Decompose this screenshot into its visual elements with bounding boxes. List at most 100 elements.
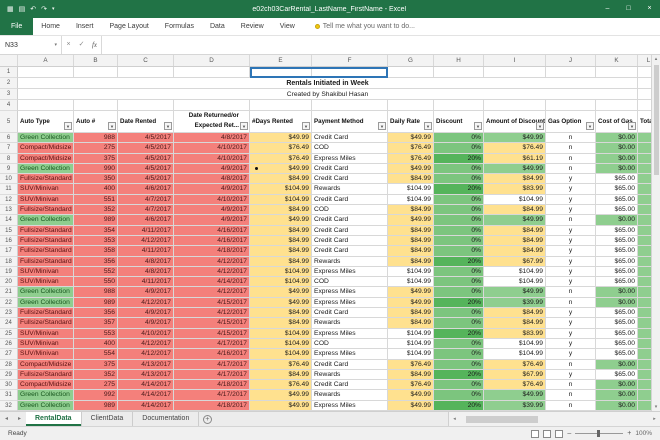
cell-A28[interactable]: Compact/Midsize [18, 360, 74, 370]
column-header-E[interactable]: E [250, 55, 312, 66]
cell-B1[interactable] [74, 67, 118, 78]
undo-icon[interactable]: ↶ [30, 5, 36, 13]
column-header-D[interactable]: D [174, 55, 250, 66]
cell-H18[interactable]: 20% [434, 257, 484, 267]
cell-E19[interactable]: $104.99 [250, 267, 312, 277]
ribbon-tab-insert[interactable]: Insert [68, 18, 102, 35]
cell-C13[interactable]: 4/7/2017 [118, 205, 174, 215]
cell-D14[interactable]: 4/9/2017 [174, 215, 250, 225]
cell-H10[interactable]: 0% [434, 174, 484, 184]
qat-dropdown-icon[interactable]: ▾ [52, 6, 55, 12]
filter-button-B[interactable]: ▾ [108, 122, 116, 130]
cell-B31[interactable]: 992 [74, 390, 118, 400]
cell-H6[interactable]: 0% [434, 133, 484, 143]
enter-icon[interactable]: ✓ [75, 36, 88, 54]
cell-H32[interactable]: 20% [434, 401, 484, 411]
cell-K1[interactable] [596, 67, 638, 78]
cell-D22[interactable]: 4/15/2017 [174, 298, 250, 308]
sheet-nav-left-icon[interactable]: ◂ [0, 412, 13, 426]
filter-button-H[interactable]: ▾ [474, 122, 482, 130]
cell-E21[interactable]: $49.99 [250, 287, 312, 297]
page-layout-view-icon[interactable] [543, 430, 551, 438]
cell-C16[interactable]: 4/12/2017 [118, 236, 174, 246]
cell-I4[interactable] [484, 100, 546, 111]
insert-function-icon[interactable]: fx [88, 36, 101, 54]
cell-A10[interactable]: Fullsize/Standard [18, 174, 74, 184]
tell-me-box[interactable]: Tell me what you want to do... [303, 18, 415, 35]
cell-G17[interactable]: $84.99 [388, 246, 434, 256]
cell-E14[interactable]: $49.99 [250, 215, 312, 225]
cell-H11[interactable]: 20% [434, 184, 484, 194]
cell-F6[interactable]: Credit Card [312, 133, 388, 143]
cell-C20[interactable]: 4/11/2017 [118, 277, 174, 287]
cell-D6[interactable]: 4/8/2017 [174, 133, 250, 143]
cell-F7[interactable]: COD [312, 143, 388, 153]
column-header-J[interactable]: J [546, 55, 596, 66]
cell-J20[interactable]: y [546, 277, 596, 287]
cell-K29[interactable]: $65.00 [596, 370, 638, 380]
cell-K11[interactable]: $65.00 [596, 184, 638, 194]
cell-K26[interactable]: $65.00 [596, 339, 638, 349]
cell-F15[interactable]: Credit Card [312, 226, 388, 236]
cell-F10[interactable]: Credit Card [312, 174, 388, 184]
cell-I7[interactable]: $76.49 [484, 143, 546, 153]
cell-C1[interactable] [118, 67, 174, 78]
cell-I31[interactable]: $49.99 [484, 390, 546, 400]
sheet-tab-clientdata[interactable]: ClientData [82, 412, 134, 426]
cell-B19[interactable]: 552 [74, 267, 118, 277]
cell-C12[interactable]: 4/7/2017 [118, 195, 174, 205]
cell-B21[interactable]: 988 [74, 287, 118, 297]
cell-B29[interactable]: 352 [74, 370, 118, 380]
scroll-left-icon[interactable]: ◂ [449, 416, 460, 422]
zoom-slider[interactable] [575, 433, 623, 434]
cell-G19[interactable]: $104.99 [388, 267, 434, 277]
cell-J26[interactable]: y [546, 339, 596, 349]
cell-D32[interactable]: 4/18/2017 [174, 401, 250, 411]
ribbon-tab-data[interactable]: Data [202, 18, 233, 35]
cell-I22[interactable]: $39.99 [484, 298, 546, 308]
cell-A4[interactable] [18, 100, 74, 111]
header-cell-F5[interactable]: Payment Method▾ [312, 111, 388, 133]
maximize-button[interactable]: □ [618, 0, 639, 18]
cell-E17[interactable]: $84.99 [250, 246, 312, 256]
cell-E6[interactable]: $49.99 [250, 133, 312, 143]
cell-B23[interactable]: 356 [74, 308, 118, 318]
cell-K9[interactable]: $0.00 [596, 164, 638, 174]
cell-H8[interactable]: 20% [434, 154, 484, 164]
cell-G25[interactable]: $104.99 [388, 329, 434, 339]
cell-J29[interactable]: y [546, 370, 596, 380]
cell-G27[interactable]: $104.99 [388, 349, 434, 359]
cell-H17[interactable]: 0% [434, 246, 484, 256]
merged-title-cell-row2[interactable]: Rentals Initiated in Week [18, 78, 638, 89]
cell-G16[interactable]: $84.99 [388, 236, 434, 246]
cell-B10[interactable]: 350 [74, 174, 118, 184]
row-header-9[interactable]: 9 [0, 164, 18, 174]
row-header-14[interactable]: 14 [0, 215, 18, 225]
cell-I29[interactable]: $67.99 [484, 370, 546, 380]
filter-button-A[interactable]: ▾ [64, 122, 72, 130]
cell-K24[interactable]: $65.00 [596, 318, 638, 328]
cell-B14[interactable]: 989 [74, 215, 118, 225]
cell-F26[interactable]: COD [312, 339, 388, 349]
cell-A26[interactable]: SUV/Minivan [18, 339, 74, 349]
horizontal-scroll-thumb[interactable] [466, 416, 538, 423]
cell-K8[interactable]: $0.00 [596, 154, 638, 164]
cell-I32[interactable]: $39.99 [484, 401, 546, 411]
cell-D17[interactable]: 4/18/2017 [174, 246, 250, 256]
cell-K16[interactable]: $65.00 [596, 236, 638, 246]
cell-A6[interactable]: Green Collection [18, 133, 74, 143]
cell-E15[interactable]: $84.99 [250, 226, 312, 236]
row-header-26[interactable]: 26 [0, 339, 18, 349]
cell-A15[interactable]: Fullsize/Standard [18, 226, 74, 236]
cell-A25[interactable]: SUV/Minivan [18, 329, 74, 339]
cell-B32[interactable]: 989 [74, 401, 118, 411]
cell-C27[interactable]: 4/12/2017 [118, 349, 174, 359]
cell-C31[interactable]: 4/14/2017 [118, 390, 174, 400]
cell-G15[interactable]: $84.99 [388, 226, 434, 236]
cell-B7[interactable]: 275 [74, 143, 118, 153]
cell-H19[interactable]: 0% [434, 267, 484, 277]
cell-E26[interactable]: $104.99 [250, 339, 312, 349]
cell-I1[interactable] [484, 67, 546, 78]
cell-H13[interactable]: 0% [434, 205, 484, 215]
filter-button-E[interactable]: ▾ [302, 122, 310, 130]
